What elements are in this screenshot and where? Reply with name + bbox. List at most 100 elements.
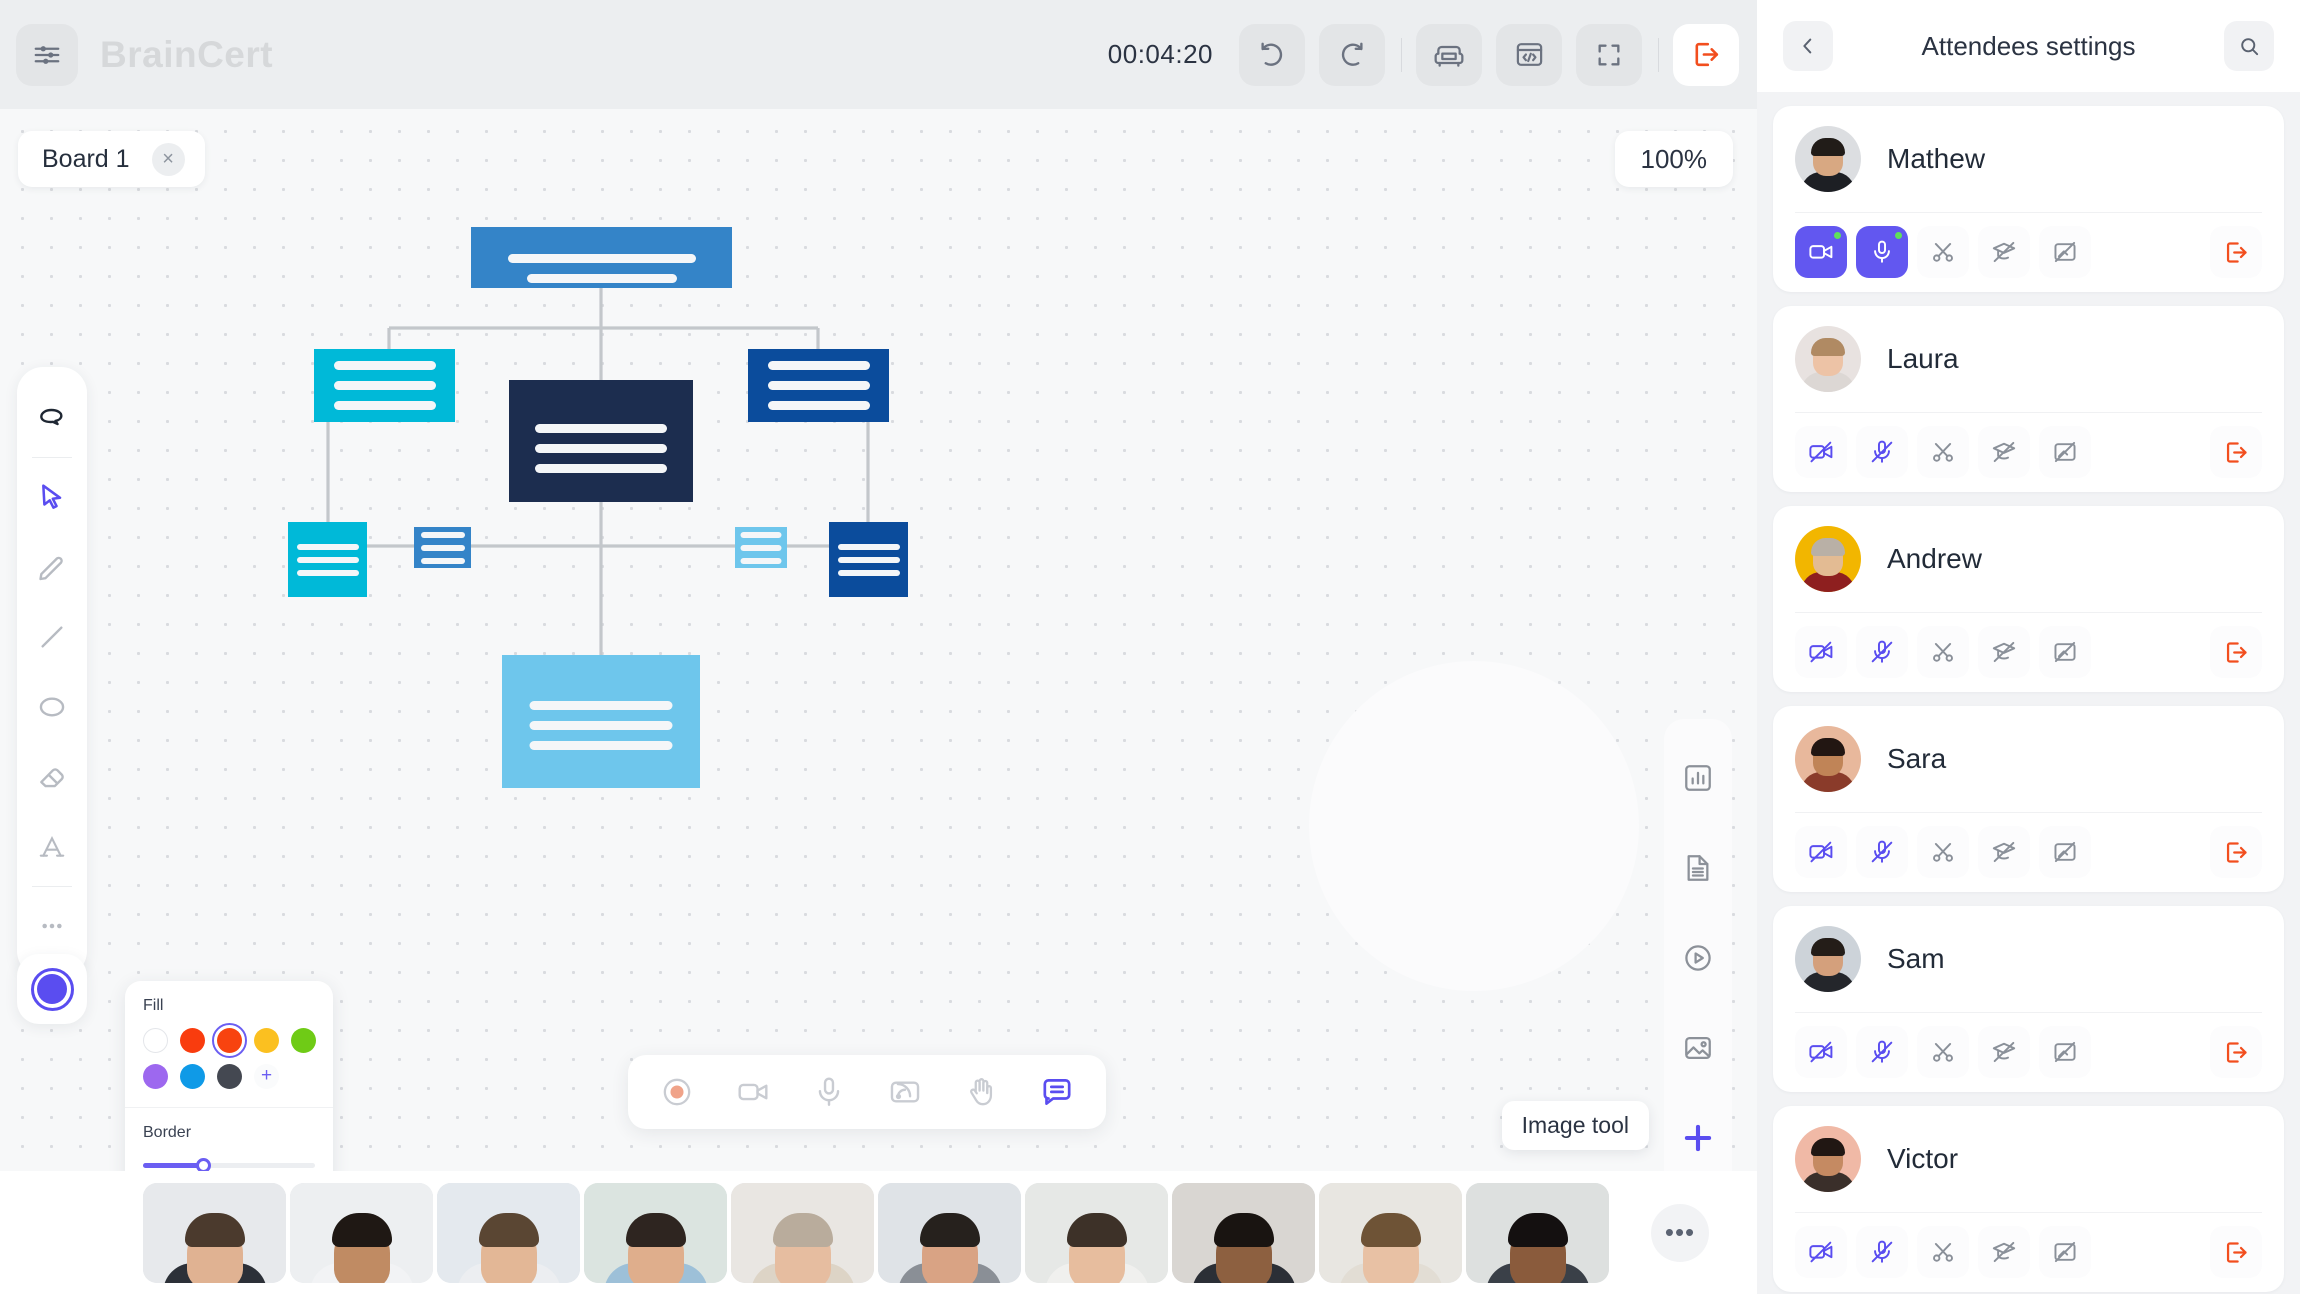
- participant-thumb-3[interactable]: [437, 1182, 580, 1283]
- fill-add-color-button[interactable]: +: [254, 1064, 279, 1089]
- tool-select[interactable]: [24, 469, 80, 525]
- attendee-mic-toggle[interactable]: [1856, 226, 1908, 278]
- attendee-whiteboard-toggle[interactable]: [2039, 1226, 2091, 1278]
- whiteboard-canvas[interactable]: Board 1 × 100% Fill + Border Image tool: [0, 109, 1757, 1171]
- record-button[interactable]: [644, 1063, 710, 1121]
- fill-swatch-6[interactable]: [180, 1064, 205, 1089]
- participant-thumb-4[interactable]: [584, 1182, 727, 1283]
- org-node-l2[interactable]: [414, 527, 471, 568]
- attendee-presenter-toggle[interactable]: [1978, 1026, 2030, 1078]
- org-node-center[interactable]: [509, 380, 693, 502]
- document-tool[interactable]: [1668, 823, 1728, 913]
- attendee-remove-button[interactable]: [2210, 626, 2262, 678]
- board-close-button[interactable]: ×: [151, 142, 185, 176]
- poll-tool[interactable]: [1668, 733, 1728, 823]
- attendee-camera-toggle[interactable]: [1795, 626, 1847, 678]
- fill-swatch-3[interactable]: [254, 1028, 279, 1053]
- participant-thumb-2[interactable]: [290, 1182, 433, 1283]
- participant-thumb-10[interactable]: [1466, 1182, 1609, 1283]
- participant-thumb-9[interactable]: [1319, 1182, 1462, 1283]
- image-tool[interactable]: [1668, 1003, 1728, 1093]
- attendee-card[interactable]: Victor: [1773, 1106, 2284, 1292]
- attendee-camera-toggle[interactable]: [1795, 1226, 1847, 1278]
- attendee-mic-toggle[interactable]: [1856, 426, 1908, 478]
- attendee-cut-button[interactable]: [1917, 1226, 1969, 1278]
- attendee-presenter-toggle[interactable]: [1978, 626, 2030, 678]
- attendee-card[interactable]: Sam: [1773, 906, 2284, 1092]
- panel-search-button[interactable]: [2224, 21, 2274, 71]
- attendee-camera-toggle[interactable]: [1795, 826, 1847, 878]
- attendee-presenter-toggle[interactable]: [1978, 826, 2030, 878]
- fill-swatch-0[interactable]: [143, 1028, 168, 1053]
- tool-shape[interactable]: [24, 679, 80, 735]
- redo-button[interactable]: [1319, 23, 1385, 86]
- attendee-mic-toggle[interactable]: [1856, 626, 1908, 678]
- attendees-list[interactable]: Mathew Laura Andrew Sara Sam Victor: [1757, 92, 2300, 1294]
- org-node-root[interactable]: [471, 227, 732, 288]
- tool-pencil[interactable]: [24, 539, 80, 595]
- tool-lasso[interactable]: [24, 390, 80, 446]
- attendee-remove-button[interactable]: [2210, 826, 2262, 878]
- attendee-remove-button[interactable]: [2210, 1026, 2262, 1078]
- attendee-whiteboard-toggle[interactable]: [2039, 826, 2091, 878]
- chat-button[interactable]: [1024, 1063, 1090, 1121]
- participant-thumb-6[interactable]: [878, 1182, 1021, 1283]
- attendee-remove-button[interactable]: [2210, 1226, 2262, 1278]
- attendee-cut-button[interactable]: [1917, 826, 1969, 878]
- zoom-level[interactable]: 100%: [1614, 131, 1733, 187]
- fill-swatch-4[interactable]: [291, 1028, 316, 1053]
- attendee-cut-button[interactable]: [1917, 426, 1969, 478]
- lounge-button[interactable]: [1416, 23, 1482, 86]
- attendee-cut-button[interactable]: [1917, 1026, 1969, 1078]
- attendee-presenter-toggle[interactable]: [1978, 426, 2030, 478]
- org-node-right[interactable]: [748, 349, 889, 422]
- slider-knob[interactable]: [196, 1158, 212, 1171]
- board-tab[interactable]: Board 1 ×: [18, 131, 205, 187]
- fill-swatch-7[interactable]: [217, 1064, 242, 1089]
- screen-share-button[interactable]: [872, 1063, 938, 1121]
- org-node-l1[interactable]: [288, 522, 367, 597]
- attendee-mic-toggle[interactable]: [1856, 1226, 1908, 1278]
- fill-swatch-5[interactable]: [143, 1064, 168, 1089]
- attendee-camera-toggle[interactable]: [1795, 426, 1847, 478]
- attendee-mic-toggle[interactable]: [1856, 826, 1908, 878]
- tool-line[interactable]: [24, 609, 80, 665]
- menu-button[interactable]: [16, 23, 78, 86]
- attendee-presenter-toggle[interactable]: [1978, 1226, 2030, 1278]
- tool-more[interactable]: [24, 898, 80, 954]
- fill-swatch-2[interactable]: [212, 1023, 247, 1058]
- add-tool[interactable]: [1668, 1093, 1728, 1171]
- panel-back-button[interactable]: [1783, 21, 1833, 71]
- attendee-card[interactable]: Andrew: [1773, 506, 2284, 692]
- attendee-cut-button[interactable]: [1917, 226, 1969, 278]
- attendee-remove-button[interactable]: [2210, 426, 2262, 478]
- embed-code-button[interactable]: [1496, 23, 1562, 86]
- attendee-mic-toggle[interactable]: [1856, 1026, 1908, 1078]
- exit-session-button[interactable]: [1673, 23, 1739, 86]
- attendee-whiteboard-toggle[interactable]: [2039, 626, 2091, 678]
- org-node-bottom[interactable]: [502, 655, 700, 788]
- attendee-card[interactable]: Mathew: [1773, 106, 2284, 292]
- filmstrip-more-button[interactable]: •••: [1651, 1203, 1709, 1262]
- org-node-r1[interactable]: [735, 527, 787, 568]
- attendee-camera-toggle[interactable]: [1795, 226, 1847, 278]
- microphone-button[interactable]: [796, 1063, 862, 1121]
- undo-button[interactable]: [1239, 23, 1305, 86]
- camera-button[interactable]: [720, 1063, 786, 1121]
- attendee-whiteboard-toggle[interactable]: [2039, 226, 2091, 278]
- attendee-whiteboard-toggle[interactable]: [2039, 426, 2091, 478]
- org-node-left[interactable]: [314, 349, 455, 422]
- attendee-remove-button[interactable]: [2210, 226, 2262, 278]
- tool-text[interactable]: [24, 819, 80, 875]
- attendee-card[interactable]: Laura: [1773, 306, 2284, 492]
- participant-thumb-1[interactable]: [143, 1182, 286, 1283]
- fill-swatch-1[interactable]: [180, 1028, 205, 1053]
- attendee-card[interactable]: Sara: [1773, 706, 2284, 892]
- participant-thumb-7[interactable]: [1025, 1182, 1168, 1283]
- tool-eraser[interactable]: [24, 749, 80, 805]
- attendee-presenter-toggle[interactable]: [1978, 226, 2030, 278]
- participant-thumb-8[interactable]: [1172, 1182, 1315, 1283]
- attendee-cut-button[interactable]: [1917, 626, 1969, 678]
- raise-hand-button[interactable]: [948, 1063, 1014, 1121]
- attendee-whiteboard-toggle[interactable]: [2039, 1026, 2091, 1078]
